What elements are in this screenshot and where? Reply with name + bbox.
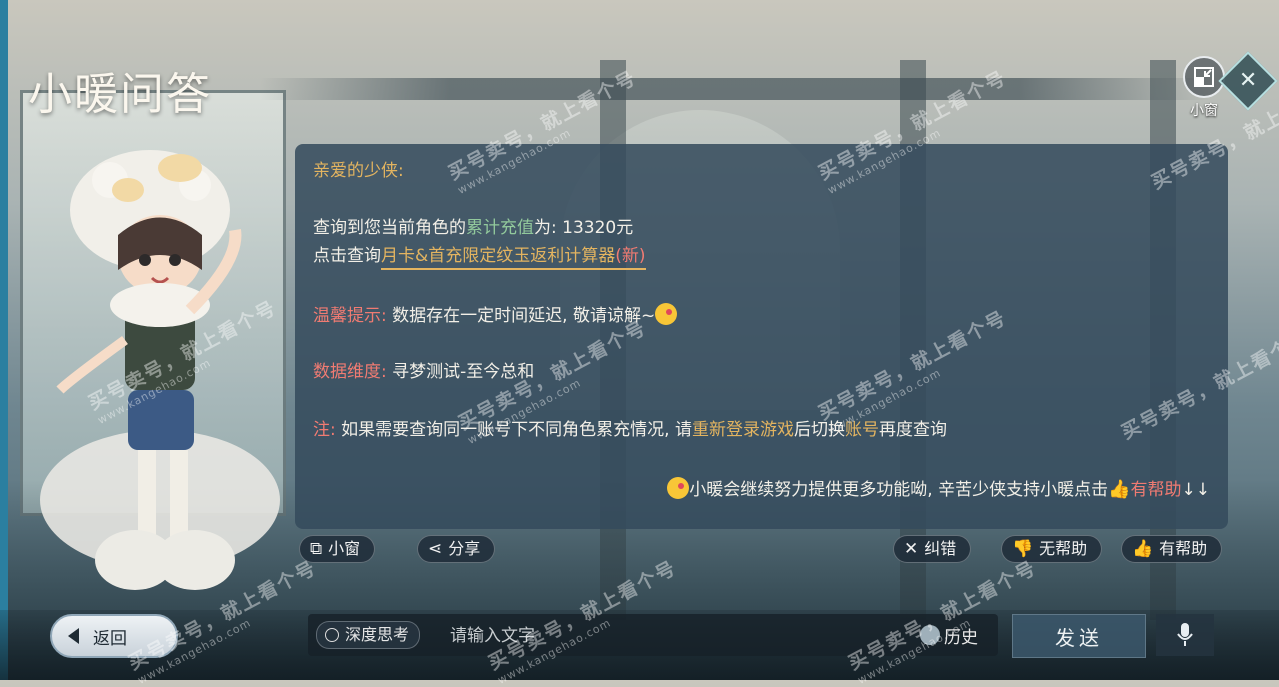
note-text-c: 再度查询 <box>878 420 947 440</box>
note-highlight-account: 账号 <box>844 420 879 440</box>
closing-text: 小暖会继续努力提供更多功能呦, 辛苦少侠支持小暖点击 <box>689 480 1109 500</box>
x-icon: ✕ <box>904 539 919 559</box>
history-icon <box>920 625 940 645</box>
helpful-button[interactable]: 👍 有帮助 <box>1121 535 1223 563</box>
recharge-query-line: 查询到您当前角色的累计充值为: 13320元 <box>313 217 633 239</box>
query-result: 为: 13320元 <box>534 218 634 238</box>
kiss-emoji-icon <box>655 303 678 325</box>
deep-think-toggle[interactable]: 深度思考 <box>316 621 421 649</box>
back-button[interactable]: 返回 <box>50 614 178 658</box>
closing-line: 小暖会继续努力提供更多功能呦, 辛苦少侠支持小暖点击👍有帮助↓↓ <box>667 477 1210 501</box>
back-arrow-icon <box>68 628 79 644</box>
chat-input-bar: 深度思考 历史 <box>308 614 998 656</box>
deep-think-label: 深度思考 <box>345 625 410 644</box>
left-edge-strip <box>0 0 8 680</box>
note-text-b: 后切换 <box>793 420 845 440</box>
kiss-emoji-icon <box>667 477 690 499</box>
tip-text: 数据存在一定时间延迟, 敬请谅解~ <box>392 306 656 326</box>
correct-label: 纠错 <box>924 539 957 558</box>
answer-panel: 亲爱的少侠: 查询到您当前角色的累计充值为: 13320元 点击查询月卡&首充限… <box>295 144 1228 529</box>
page-title: 小暖问答 <box>28 69 212 120</box>
correct-error-button[interactable]: ✕ 纠错 <box>893 535 972 563</box>
helpful-label: 有帮助 <box>1159 539 1208 558</box>
greeting-text: 亲爱的少侠: <box>313 161 404 181</box>
link-prefix: 点击查询 <box>313 246 381 266</box>
close-button[interactable]: ✕ <box>1218 51 1278 111</box>
top-right-controls: 小窗 ✕ <box>1153 51 1278 124</box>
dimension-text: 寻梦测试-至今总和 <box>392 362 535 382</box>
close-icon: ✕ <box>1238 68 1258 93</box>
dimension-line: 数据维度: 寻梦测试-至今总和 <box>313 361 534 383</box>
not-helpful-button[interactable]: 👎 无帮助 <box>1001 535 1103 563</box>
share-icon: ⋖ <box>428 539 443 559</box>
closing-arrows: ↓↓ <box>1181 480 1211 500</box>
thumbs-up-emoji-icon: 👍 <box>1108 479 1131 500</box>
message-input[interactable] <box>448 620 892 652</box>
not-helpful-label: 无帮助 <box>1039 539 1088 558</box>
mini-window-top-label: 小窗 <box>1190 103 1218 119</box>
tip-label: 温馨提示: <box>313 306 387 326</box>
calculator-link-line: 点击查询月卡&首充限定纹玉返利计算器(新) <box>313 245 646 270</box>
answer-actions: ⧉ 小窗 ⋖ 分享 ✕ 纠错 👎 无帮助 👍 有帮助 <box>295 535 1233 563</box>
mini-window-button[interactable]: ⧉ 小窗 <box>299 535 376 563</box>
share-button[interactable]: ⋖ 分享 <box>417 535 496 563</box>
note-label: 注: <box>313 420 336 440</box>
query-prefix: 查询到您当前角色的 <box>313 218 466 238</box>
new-badge: (新) <box>615 246 646 266</box>
history-button[interactable]: 历史 <box>920 620 978 650</box>
minimize-window-icon <box>1183 56 1225 98</box>
note-text-a: 如果需要查询同一账号下不同角色累充情况, 请 <box>341 420 692 440</box>
thumbs-down-icon: 👎 <box>1012 539 1034 559</box>
microphone-icon <box>1177 623 1193 646</box>
minimize-window-icon: ⧉ <box>310 539 323 559</box>
decorative-top-frame <box>260 78 1209 100</box>
calculator-link[interactable]: 月卡&首充限定纹玉返利计算器(新) <box>381 246 646 270</box>
send-button[interactable]: 发送 <box>1012 614 1146 658</box>
thumbs-up-icon: 👍 <box>1132 539 1154 559</box>
note-highlight-relogin: 重新登录游戏 <box>691 420 794 440</box>
mini-window-top-button[interactable]: 小窗 <box>1181 56 1227 119</box>
radio-circle-icon <box>325 628 339 642</box>
note-line: 注: 如果需要查询同一账号下不同角色累充情况, 请重新登录游戏后切换账号再度查询 <box>313 419 947 441</box>
mascot-character <box>40 150 280 590</box>
history-label: 历史 <box>944 627 978 648</box>
mini-window-label: 小窗 <box>328 539 361 558</box>
back-label: 返回 <box>93 628 127 649</box>
tip-line: 温馨提示: 数据存在一定时间延迟, 敬请谅解~ <box>313 303 678 327</box>
closing-highlight: 有帮助 <box>1130 480 1182 500</box>
dimension-label: 数据维度: <box>313 362 387 382</box>
microphone-button[interactable] <box>1156 614 1214 656</box>
share-label: 分享 <box>448 539 481 558</box>
query-keyword: 累计充值 <box>466 218 534 238</box>
calculator-link-text: 月卡&首充限定纹玉返利计算器 <box>381 246 616 266</box>
